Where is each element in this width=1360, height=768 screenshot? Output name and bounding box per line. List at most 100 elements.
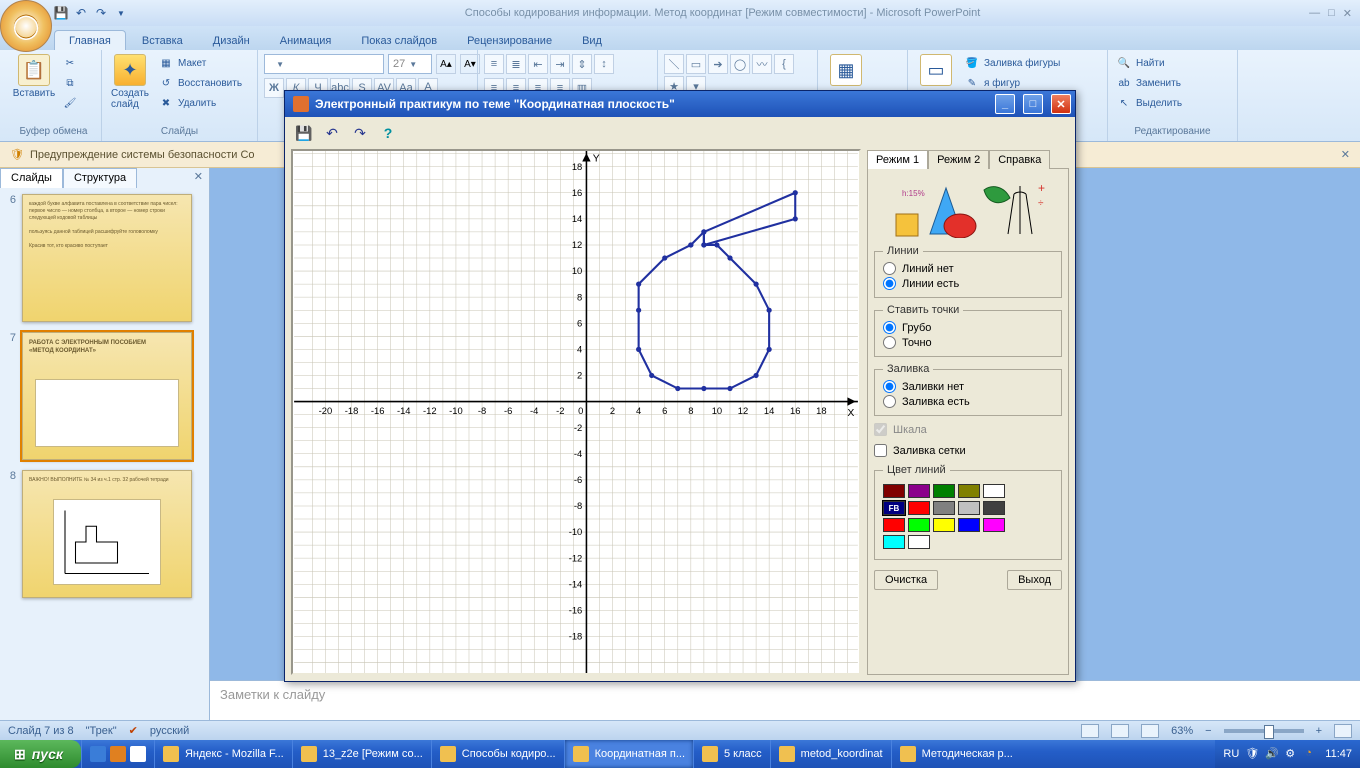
maximize-icon[interactable]: □ — [1328, 7, 1335, 20]
shape-rect[interactable]: ▭ — [686, 54, 706, 74]
line-spacing-button[interactable]: ⇕ — [572, 54, 592, 74]
coord-undo-icon[interactable]: ↶ — [321, 122, 343, 144]
tray-clock[interactable]: 11:47 — [1325, 748, 1352, 760]
layout-button[interactable]: ▦Макет — [156, 54, 244, 72]
shrink-font-button[interactable]: A▾ — [460, 54, 480, 74]
office-button[interactable]: ◯ — [0, 0, 52, 52]
color-swatch[interactable] — [933, 501, 955, 515]
shape-fill-button[interactable]: 🪣Заливка фигуры — [962, 54, 1062, 72]
color-swatch[interactable] — [933, 484, 955, 498]
taskbar-item[interactable]: metod_koordinat — [770, 740, 891, 768]
tab-insert[interactable]: Вставка — [128, 31, 197, 50]
arrange-button[interactable]: ▦ — [824, 54, 868, 86]
security-close-icon[interactable]: ✕ — [1341, 148, 1350, 161]
find-button[interactable]: 🔍Найти — [1114, 54, 1184, 72]
ql-icon[interactable] — [130, 746, 146, 762]
select-button[interactable]: ↖Выделить — [1114, 94, 1184, 112]
color-swatch[interactable] — [958, 484, 980, 498]
zoom-out-icon[interactable]: − — [1205, 725, 1211, 737]
color-swatch[interactable] — [883, 535, 905, 549]
color-swatch[interactable] — [983, 518, 1005, 532]
cut-button[interactable]: ✂ — [60, 54, 80, 72]
color-swatch[interactable] — [983, 484, 1005, 498]
coord-maximize-icon[interactable]: □ — [1023, 94, 1043, 114]
coord-save-icon[interactable]: 💾 — [293, 122, 315, 144]
copy-button[interactable]: ⧉ — [60, 74, 80, 92]
font-combo[interactable]: ▼ — [264, 54, 384, 74]
check-scale[interactable]: Шкала — [874, 422, 1062, 437]
color-swatch[interactable] — [983, 501, 1005, 515]
ql-icon[interactable] — [90, 746, 106, 762]
shape-oval[interactable]: ◯ — [730, 54, 750, 74]
zoom-slider[interactable] — [1224, 729, 1304, 733]
color-swatch[interactable] — [883, 518, 905, 532]
tab-slides[interactable]: Слайды — [0, 168, 63, 188]
taskbar-item[interactable]: Методическая р... — [891, 740, 1021, 768]
color-swatch[interactable] — [883, 501, 905, 515]
tab-review[interactable]: Рецензирование — [453, 31, 566, 50]
radio-lines-none[interactable]: Линий нет — [883, 261, 1053, 276]
coord-tab-help[interactable]: Справка — [989, 150, 1050, 169]
notes-placeholder[interactable]: Заметки к слайду — [210, 680, 1360, 720]
indent-inc-button[interactable]: ⇥ — [550, 54, 570, 74]
shape-line[interactable]: ＼ — [664, 54, 684, 74]
coord-tab-mode2[interactable]: Режим 2 — [928, 150, 989, 169]
color-swatch[interactable] — [908, 501, 930, 515]
view-sorter-icon[interactable] — [1111, 724, 1129, 738]
taskbar-item[interactable]: Координатная п... — [564, 740, 693, 768]
tab-outline[interactable]: Структура — [63, 168, 137, 188]
slide-thumbnail[interactable]: ВАЖНО! ВЫПОЛНИТЕ № 34 из ч.1 стр. 32 раб… — [22, 470, 192, 598]
tab-view[interactable]: Вид — [568, 31, 616, 50]
start-button[interactable]: ⊞ пуск — [0, 740, 81, 768]
tab-home[interactable]: Главная — [54, 30, 126, 50]
replace-button[interactable]: abЗаменить — [1114, 74, 1184, 92]
check-grid-fill[interactable]: Заливка сетки — [874, 443, 1062, 458]
color-swatch[interactable] — [933, 518, 955, 532]
format-painter-button[interactable]: 🖌 — [60, 94, 80, 112]
shape-curve[interactable]: 〰 — [752, 54, 772, 74]
indent-dec-button[interactable]: ⇤ — [528, 54, 548, 74]
view-normal-icon[interactable] — [1081, 724, 1099, 738]
coord-close-icon[interactable]: ✕ — [1051, 94, 1071, 114]
radio-fill-none[interactable]: Заливки нет — [883, 379, 1053, 394]
delete-button[interactable]: ✖Удалить — [156, 94, 244, 112]
qat-dropdown-icon[interactable]: ▼ — [112, 4, 130, 22]
fit-icon[interactable] — [1334, 724, 1352, 738]
coord-grid-canvas[interactable]: XY-20-18-16-14-12-10-8-6-4-2246810121416… — [291, 149, 861, 675]
tray-icon[interactable]: 🛡 — [1245, 747, 1259, 761]
color-swatch[interactable] — [958, 501, 980, 515]
numbering-button[interactable]: ≣ — [506, 54, 526, 74]
paste-button[interactable]: 📋 Вставить — [12, 54, 56, 99]
exit-button[interactable]: Выход — [1007, 570, 1062, 590]
tray-icon[interactable]: ◔ — [1305, 747, 1319, 761]
taskbar-item[interactable]: Яндекс - Mozilla F... — [154, 740, 292, 768]
zoom-in-icon[interactable]: + — [1316, 725, 1322, 737]
tray-lang[interactable]: RU — [1223, 748, 1239, 760]
color-swatch[interactable] — [883, 484, 905, 498]
radio-points-fine[interactable]: Точно — [883, 335, 1053, 350]
radio-fill-yes[interactable]: Заливка есть — [883, 394, 1053, 409]
slide-thumbnail[interactable]: каждой букве алфавита поставлена в соотв… — [22, 194, 192, 322]
new-slide-button[interactable]: ✦ Создать слайд — [108, 54, 152, 110]
tray-icon[interactable]: ⚙ — [1285, 747, 1299, 761]
redo-icon[interactable]: ↷ — [92, 4, 110, 22]
coord-help-icon[interactable]: ? — [377, 122, 399, 144]
tray-icon[interactable]: 🔊 — [1265, 747, 1279, 761]
clear-button[interactable]: Очистка — [874, 570, 938, 590]
slide-thumbnail[interactable]: РАБОТА С ЭЛЕКТРОННЫМ ПОСОБИЕМ «МЕТОД КОО… — [22, 332, 192, 460]
reset-button[interactable]: ↺Восстановить — [156, 74, 244, 92]
view-slideshow-icon[interactable] — [1141, 724, 1159, 738]
tab-slideshow[interactable]: Показ слайдов — [347, 31, 451, 50]
coord-redo-icon[interactable]: ↷ — [349, 122, 371, 144]
text-dir-button[interactable]: ↕ — [594, 54, 614, 74]
coord-minimize-icon[interactable]: _ — [995, 94, 1015, 114]
minimize-icon[interactable]: — — [1309, 7, 1320, 20]
color-swatch[interactable] — [908, 518, 930, 532]
bullets-button[interactable]: ≡ — [484, 54, 504, 74]
taskbar-item[interactable]: Способы кодиро... — [431, 740, 564, 768]
taskbar-item[interactable]: 13_z2e [Режим со... — [292, 740, 431, 768]
taskbar-item[interactable]: 5 класс — [693, 740, 770, 768]
shape-brace[interactable]: { — [774, 54, 794, 74]
font-size-combo[interactable]: 27▼ — [388, 54, 432, 74]
pane-close-icon[interactable]: ✕ — [188, 168, 209, 188]
